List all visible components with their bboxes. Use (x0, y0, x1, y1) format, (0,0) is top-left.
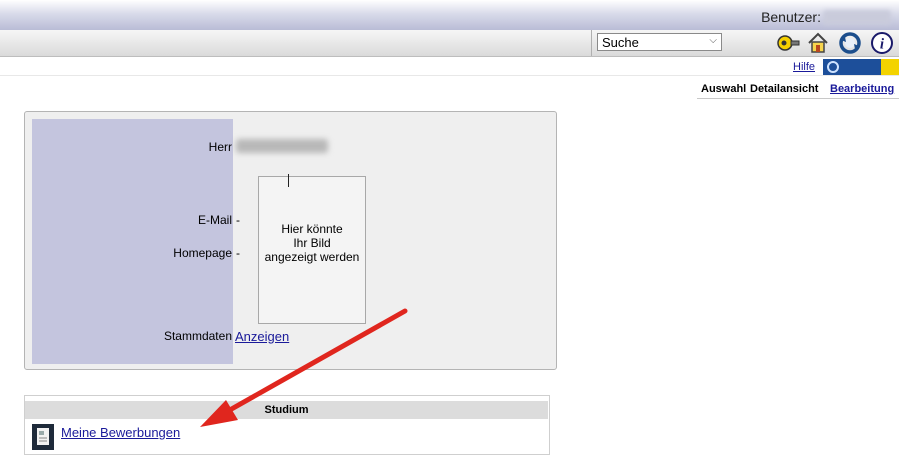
text-cursor (288, 174, 289, 187)
home-icon[interactable] (806, 31, 830, 55)
toolbar-divider (591, 30, 592, 56)
photo-placeholder-text: Hier könnte Ihr Bild angezeigt werden (258, 222, 366, 264)
label-column (32, 119, 233, 364)
photo-placeholder-line: Hier könnte (281, 222, 343, 236)
divider (0, 75, 899, 76)
key-icon[interactable] (776, 31, 800, 55)
toolbar (0, 30, 899, 57)
search-select[interactable]: Suche ⌵ (597, 33, 722, 51)
refresh-icon[interactable] (838, 31, 862, 55)
homepage-value: - (236, 246, 240, 260)
study-header: Studium (25, 401, 548, 419)
info-icon[interactable]: i (870, 31, 894, 55)
master-data-label: Stammdaten (163, 329, 232, 343)
user-label: Benutzer: (761, 9, 821, 25)
chevron-down-icon: ⌵ (709, 35, 717, 46)
photo-placeholder-line: angezeigt werden (264, 250, 360, 264)
master-data-link[interactable]: Anzeigen (235, 329, 289, 344)
salutation-label: Herr (208, 140, 232, 154)
my-applications-link[interactable]: Meine Bewerbungen (61, 425, 180, 440)
document-icon[interactable] (32, 424, 54, 450)
email-value: - (236, 213, 240, 227)
brand-strip-icon (823, 59, 899, 75)
search-select-value: Suche (602, 35, 639, 50)
tab-auswahl[interactable]: Auswahl (697, 80, 749, 98)
homepage-label: Homepage (173, 246, 232, 260)
email-label: E-Mail (197, 213, 232, 227)
person-name-redacted (236, 139, 328, 153)
tab-underline (697, 98, 899, 99)
photo-placeholder-line: Ihr Bild (293, 236, 331, 250)
tab-bearbeitung[interactable]: Bearbeitung (826, 80, 899, 98)
user-name-redacted (823, 10, 891, 25)
help-link[interactable]: Hilfe (793, 61, 815, 73)
tab-detailansicht[interactable]: Detailansicht (746, 80, 830, 98)
